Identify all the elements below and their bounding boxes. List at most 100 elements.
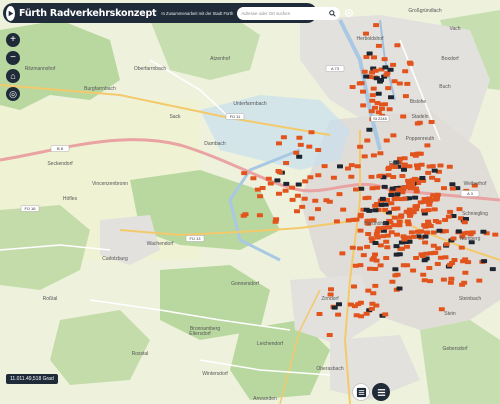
route-marker[interactable]: [422, 224, 429, 229]
route-marker[interactable]: [445, 214, 452, 219]
route-marker[interactable]: [379, 106, 385, 111]
route-marker[interactable]: [357, 228, 364, 233]
route-marker[interactable]: [368, 174, 375, 179]
route-marker[interactable]: [388, 193, 395, 197]
route-marker[interactable]: [331, 305, 338, 310]
route-marker[interactable]: [428, 120, 435, 124]
layers-button[interactable]: [352, 383, 370, 401]
route-marker[interactable]: [448, 276, 455, 281]
route-marker[interactable]: [404, 81, 411, 86]
route-marker[interactable]: [348, 174, 355, 179]
route-marker[interactable]: [280, 135, 287, 140]
route-marker[interactable]: [340, 207, 347, 212]
route-marker[interactable]: [432, 219, 439, 223]
route-marker[interactable]: [363, 55, 370, 59]
route-marker[interactable]: [357, 300, 364, 305]
route-marker[interactable]: [441, 186, 447, 191]
route-marker[interactable]: [461, 220, 468, 225]
route-marker[interactable]: [412, 153, 419, 158]
route-marker[interactable]: [240, 213, 247, 218]
route-marker[interactable]: [259, 186, 266, 190]
route-marker[interactable]: [376, 174, 383, 179]
route-marker[interactable]: [365, 232, 372, 236]
route-marker[interactable]: [421, 197, 428, 201]
route-marker[interactable]: [410, 268, 417, 273]
route-marker[interactable]: [375, 226, 382, 231]
route-marker[interactable]: [394, 272, 401, 277]
route-marker[interactable]: [326, 199, 333, 204]
route-marker[interactable]: [272, 219, 279, 224]
route-marker[interactable]: [315, 173, 322, 178]
route-marker[interactable]: [364, 138, 371, 143]
route-marker[interactable]: [387, 67, 394, 72]
route-marker[interactable]: [408, 230, 415, 235]
route-marker[interactable]: [451, 258, 458, 262]
route-marker[interactable]: [414, 163, 420, 168]
route-marker[interactable]: [315, 148, 322, 152]
locate-button[interactable]: ◎: [6, 87, 20, 101]
route-marker[interactable]: [368, 236, 375, 241]
route-marker[interactable]: [364, 244, 371, 249]
route-marker[interactable]: [436, 228, 443, 233]
route-marker[interactable]: [383, 256, 390, 260]
route-marker[interactable]: [377, 151, 384, 156]
route-marker[interactable]: [368, 306, 375, 311]
route-marker[interactable]: [404, 219, 411, 224]
route-marker[interactable]: [363, 207, 370, 212]
route-marker[interactable]: [462, 270, 469, 275]
route-marker[interactable]: [357, 212, 364, 217]
route-marker[interactable]: [372, 283, 379, 288]
route-marker[interactable]: [394, 43, 401, 48]
route-marker[interactable]: [308, 130, 315, 135]
route-marker[interactable]: [393, 244, 400, 249]
route-marker[interactable]: [391, 215, 398, 220]
route-marker[interactable]: [361, 69, 368, 74]
route-marker[interactable]: [462, 257, 469, 262]
route-marker[interactable]: [289, 185, 296, 190]
route-marker[interactable]: [366, 127, 373, 132]
route-marker[interactable]: [296, 135, 303, 140]
route-marker[interactable]: [357, 144, 364, 149]
route-marker[interactable]: [480, 229, 487, 234]
home-button[interactable]: ⌂: [6, 69, 20, 83]
route-marker[interactable]: [335, 312, 342, 317]
route-marker[interactable]: [381, 57, 388, 62]
route-marker[interactable]: [295, 182, 302, 187]
route-marker[interactable]: [402, 94, 409, 99]
route-marker[interactable]: [398, 213, 405, 218]
route-marker[interactable]: [345, 218, 352, 223]
route-marker[interactable]: [481, 259, 488, 264]
route-marker[interactable]: [360, 103, 367, 108]
route-marker[interactable]: [349, 85, 356, 89]
route-marker[interactable]: [421, 208, 427, 213]
route-marker[interactable]: [412, 195, 419, 200]
route-marker[interactable]: [276, 141, 282, 146]
route-marker[interactable]: [431, 168, 438, 173]
route-marker[interactable]: [283, 181, 290, 186]
route-marker[interactable]: [390, 133, 397, 138]
route-marker[interactable]: [431, 207, 438, 212]
route-marker[interactable]: [430, 230, 437, 235]
route-marker[interactable]: [315, 207, 321, 212]
route-marker[interactable]: [374, 101, 381, 105]
route-marker[interactable]: [369, 186, 376, 191]
route-marker[interactable]: [377, 79, 384, 84]
route-marker[interactable]: [377, 243, 384, 248]
route-marker[interactable]: [419, 176, 426, 180]
route-marker[interactable]: [372, 105, 378, 110]
route-marker[interactable]: [241, 171, 248, 176]
route-marker[interactable]: [443, 242, 450, 247]
route-marker[interactable]: [370, 153, 377, 158]
map-canvas[interactable]: GroßgründlachKraftshofVachBoxdorfBuchBur…: [0, 0, 500, 404]
route-marker[interactable]: [337, 164, 343, 169]
route-marker[interactable]: [372, 267, 379, 271]
route-marker[interactable]: [446, 164, 453, 169]
route-marker[interactable]: [336, 192, 343, 197]
route-marker[interactable]: [363, 311, 370, 316]
route-marker[interactable]: [449, 186, 456, 191]
route-marker[interactable]: [333, 219, 340, 224]
route-marker[interactable]: [424, 143, 431, 148]
route-marker[interactable]: [267, 181, 274, 186]
route-marker[interactable]: [396, 223, 403, 228]
zoom-out-button[interactable]: −: [6, 51, 20, 65]
